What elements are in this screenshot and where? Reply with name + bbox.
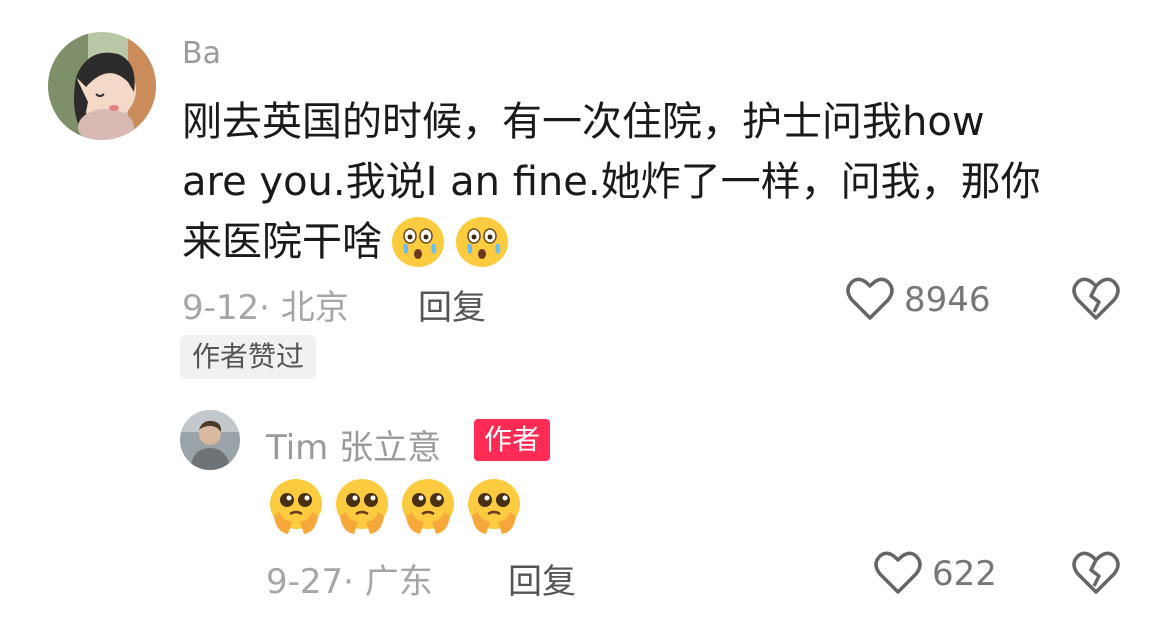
comment-text-line-3: 来医院干啥: [182, 212, 1142, 272]
author-badge: 作者: [474, 419, 551, 461]
author-liked-badge: 作者赞过: [180, 335, 317, 379]
reply-date-location: 9-27· 广东: [266, 562, 433, 602]
pleading-face-emoji: [266, 476, 326, 536]
pleading-face-emoji: [332, 476, 392, 536]
reply-reply-button[interactable]: 回复: [508, 554, 576, 603]
reply-like-count: 622: [932, 554, 997, 594]
broken-heart-icon[interactable]: [1072, 276, 1120, 322]
commenter-username[interactable]: Ba: [182, 36, 221, 71]
reply-text: [266, 476, 524, 536]
comment-text-line-3-text: 来医院干啥: [182, 219, 382, 265]
pleading-face-emoji: [398, 476, 458, 536]
broken-heart-icon[interactable]: [1072, 550, 1120, 596]
comment-like-count: 8946: [904, 280, 991, 320]
replier-avatar[interactable]: [180, 410, 240, 470]
heart-outline-icon[interactable]: [846, 276, 894, 322]
heart-outline-icon[interactable]: [874, 550, 922, 596]
replier-username[interactable]: Tim 张立意: [266, 420, 441, 469]
pleading-face-emoji: [464, 476, 524, 536]
comment-reply-button[interactable]: 回复: [418, 280, 486, 329]
worried-tear-face-emoji: [388, 214, 448, 270]
comment-text: 刚去英国的时候，有一次住院，护士问我how are you.我说I an fin…: [182, 92, 1142, 272]
comment-text-line-1: 刚去英国的时候，有一次住院，护士问我how: [182, 99, 985, 145]
comment-text-line-2: are you.我说I an fine.她炸了一样，问我，那你: [182, 159, 1041, 205]
worried-tear-face-emoji: [452, 214, 512, 270]
comment-date-location: 9-12· 北京: [182, 288, 349, 328]
commenter-avatar[interactable]: [48, 32, 156, 140]
